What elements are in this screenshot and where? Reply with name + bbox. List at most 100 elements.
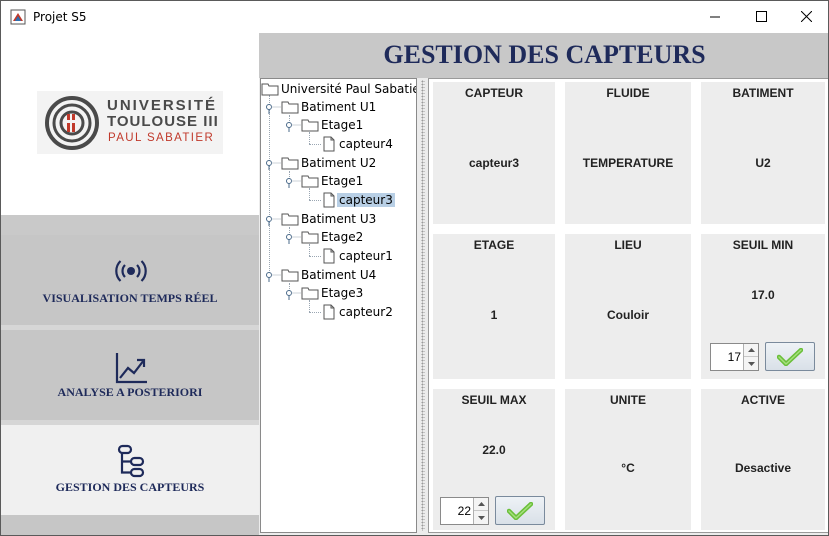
cell-lieu-label: LIEU [614,238,642,252]
tree-floor-u1-etage1[interactable]: Etage1 [285,117,365,133]
title-bar[interactable]: Projet S5 [1,1,828,32]
cell-seuil-max-label: SEUIL MAX [461,393,527,407]
nav-analyse-button[interactable]: ANALYSE A POSTERIORI [1,330,259,420]
cell-active-label: ACTIVE [740,393,785,407]
tree-building-u2[interactable]: Batiment U2 [265,155,378,171]
cell-active: ACTIVE Desactive [701,389,825,530]
tree-sensor-label: capteur2 [339,305,393,319]
spinner-down-button[interactable] [744,357,758,370]
folder-icon [301,287,319,300]
nodes-icon [117,444,145,478]
page-title: GESTION DES CAPTEURS [383,40,706,69]
tree-floor-u4-etage3[interactable]: Etage3 [285,285,365,301]
folder-icon [261,83,279,96]
cell-seuil-min-value: 17.0 [751,288,775,302]
caret-down-icon [747,361,755,366]
tree-guide [309,200,321,201]
tree-floor-label: Etage1 [321,118,364,132]
spinner-up-button[interactable] [474,498,488,511]
chart-trend-icon [115,353,147,384]
cell-lieu: LIEU Couloir [565,234,691,379]
cell-capteur-value: capteur3 [468,156,520,170]
cell-etage: ETAGE 1 [433,234,555,379]
tree-sensor-label: capteur4 [339,137,393,151]
tree-sensor-capteur2[interactable]: capteur2 [321,304,395,320]
maximize-icon [755,11,767,22]
maximize-button[interactable] [738,1,784,32]
tree-guide [309,144,321,145]
tree-guide [309,132,310,144]
minimize-button[interactable] [692,1,738,32]
tree-floor-u3-etage2[interactable]: Etage2 [285,229,365,245]
cell-etage-label: ETAGE [473,238,515,252]
tree-floor-label: Etage3 [321,286,364,300]
tree-building-u4[interactable]: Batiment U4 [265,267,378,283]
cell-batiment-value: U2 [755,156,771,170]
sensor-tree[interactable]: Université Paul Sabatier Batiment U1 Eta… [260,78,417,533]
seuil-max-spinner[interactable]: 22 [440,497,489,525]
minimize-icon [710,16,720,17]
tree-floor-label: Etage1 [321,174,364,188]
splitter-grip [421,80,425,531]
folder-icon [281,157,299,170]
tree-guide [309,300,310,312]
spinner-down-button[interactable] [474,511,488,524]
tree-expanded-handle-icon [266,104,281,114]
nav-visualisation-button[interactable]: VISUALISATION TEMPS RÉEL [1,235,259,325]
spinner-up-button[interactable] [744,344,758,357]
tree-root[interactable]: Université Paul Sabatier [261,81,416,97]
sidebar-separator [1,215,259,235]
app-window: Projet S5 UNIVERSITÉ TOULOUSE III PAUL S… [0,0,829,536]
tree-guide [309,244,310,256]
tree-building-u1[interactable]: Batiment U1 [265,99,378,115]
folder-icon [281,269,299,282]
spinner-buttons [743,344,758,370]
broadcast-icon [115,260,147,282]
folder-icon [301,231,319,244]
tree-sensor-capteur1[interactable]: capteur1 [321,248,395,264]
cell-unite-label: UNITE [610,393,646,407]
logo-line-2: TOULOUSE III [107,113,219,130]
cell-seuil-max-value: 22.0 [482,443,506,457]
tree-expanded-handle-icon [266,272,281,282]
window-title: Projet S5 [33,10,87,24]
tree-expanded-handle-icon [286,122,301,132]
file-icon [323,192,335,208]
file-icon [323,248,335,264]
folder-icon [301,175,319,188]
tree-building-label: Batiment U1 [301,100,377,114]
split-pane-divider[interactable] [418,78,428,533]
close-button[interactable] [783,1,828,32]
tree-guide [309,312,321,313]
cell-fluide: FLUIDE TEMPERATURE [565,82,691,224]
tree-sensor-capteur3[interactable]: capteur3 [321,192,395,208]
seuil-min-apply-button[interactable] [765,342,815,371]
folder-icon [281,101,299,114]
seuil-max-apply-button[interactable] [495,496,545,525]
folder-icon [301,119,319,132]
tree-building-label: Batiment U2 [301,156,377,170]
folder-icon [281,213,299,226]
tree-guide [309,188,310,200]
tree-floor-u2-etage1[interactable]: Etage1 [285,173,365,189]
tree-floor-label: Etage2 [321,230,364,244]
caret-up-icon [477,502,485,506]
tree-sensor-capteur4[interactable]: capteur4 [321,136,395,152]
file-icon [323,136,335,152]
cell-active-value: Desactive [734,461,792,475]
tree-sensor-label: capteur3 [337,193,395,207]
nav-visualisation-label: VISUALISATION TEMPS RÉEL [42,291,218,305]
cell-fluide-label: FLUIDE [606,86,650,100]
close-icon [800,11,812,22]
cell-etage-value: 1 [490,308,498,322]
nav-analyse-label: ANALYSE A POSTERIORI [57,385,203,399]
nav-gestion-button[interactable]: GESTION DES CAPTEURS [1,425,259,515]
file-icon [323,304,335,320]
checkmark-icon [507,501,533,520]
tree-guide [309,256,321,257]
cell-fluide-value: TEMPERATURE [582,156,674,170]
tree-building-u3[interactable]: Batiment U3 [265,211,378,227]
seuil-max-spinner-value: 22 [457,504,471,518]
cell-batiment: BATIMENT U2 [701,82,825,224]
seuil-min-spinner[interactable]: 17 [710,343,759,371]
